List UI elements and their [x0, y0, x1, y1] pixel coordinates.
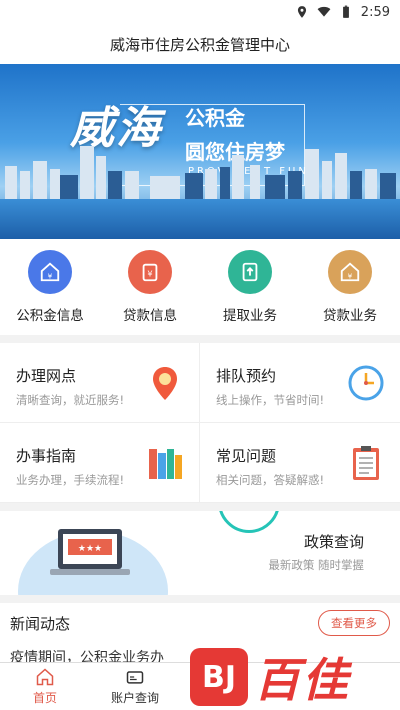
decor-ring	[218, 511, 280, 533]
svg-text:¥: ¥	[348, 271, 353, 280]
home-icon	[36, 668, 54, 686]
house-icon: ¥	[28, 250, 72, 294]
page-title: 威海市住房公积金管理中心	[109, 35, 290, 54]
banner-line1: 公积金	[185, 106, 245, 130]
quick-action-label: 贷款信息	[123, 308, 177, 324]
tab-home[interactable]: 首页	[0, 663, 90, 710]
tab-label: 首页	[32, 691, 57, 705]
service-branch[interactable]: 办理网点 清晰查询，就近服务!	[0, 343, 200, 423]
wifi-icon	[317, 6, 331, 17]
location-icon	[297, 6, 306, 18]
svg-text:¥: ¥	[48, 271, 53, 280]
battery-icon	[342, 5, 349, 18]
app-header: 威海市住房公积金管理中心	[0, 24, 400, 64]
policy-query-card[interactable]: ★★★ 政策查询 最新政策 随时掌握	[0, 511, 400, 595]
services-grid: 办理网点 清晰查询，就近服务! 排队预约 线上操作，节省时间! 办事指南 业务办…	[0, 343, 400, 503]
quick-action-withdraw[interactable]: 提取业务	[205, 250, 295, 324]
policy-title: 政策查询	[303, 533, 364, 551]
news-title: 新闻动态	[10, 614, 71, 633]
city-skyline-image	[5, 146, 396, 201]
service-guide[interactable]: 办事指南 业务办理，手续流程!	[0, 423, 200, 503]
tab-label: 账户查询	[110, 691, 159, 705]
location-pin-icon	[153, 367, 177, 400]
watermark-badge: BJ	[190, 648, 248, 706]
quick-actions: ¥ 公积金信息 ¥ 贷款信息 提取业务 ¥ 贷款业务	[0, 239, 400, 335]
svg-text:¥: ¥	[147, 269, 152, 279]
news-header: 新闻动态 查看更多	[0, 603, 400, 643]
quick-action-loan-info[interactable]: ¥ 贷款信息	[105, 250, 195, 324]
laptop-icon: ★★★	[50, 529, 130, 575]
watermark-logo: BJ 百佳	[190, 646, 400, 708]
news-more-button[interactable]: 查看更多	[318, 610, 390, 636]
clock-icon	[348, 365, 384, 401]
quick-action-fund-info[interactable]: ¥ 公积金信息	[5, 250, 95, 324]
watermark-text: 百佳	[254, 653, 350, 707]
house-yen-icon: ¥	[328, 250, 372, 294]
quick-action-label: 贷款业务	[323, 308, 377, 324]
quick-action-label: 公积金信息	[16, 308, 84, 324]
tab-account-query[interactable]: 账户查询	[90, 663, 180, 710]
promo-banner[interactable]: 威海 公积金 圆您住房梦 PROVIDENT FUND	[0, 64, 400, 239]
service-queue[interactable]: 排队预约 线上操作，节省时间!	[200, 343, 400, 423]
loan-icon: ¥	[128, 250, 172, 294]
svg-text:★★★: ★★★	[78, 544, 102, 554]
status-time: 2:59	[360, 4, 390, 20]
withdraw-icon	[228, 250, 272, 294]
sea-image	[0, 199, 400, 239]
service-faq[interactable]: 常见问题 相关问题，答疑解惑!	[200, 423, 400, 503]
status-bar: 2:59	[0, 0, 400, 24]
quick-action-label: 提取业务	[223, 308, 277, 324]
card-icon	[126, 671, 144, 684]
policy-subtitle: 最新政策 随时掌握	[268, 558, 364, 572]
quick-action-loan-business[interactable]: ¥ 贷款业务	[305, 250, 395, 324]
books-icon	[149, 449, 182, 479]
clipboard-icon	[353, 446, 379, 480]
